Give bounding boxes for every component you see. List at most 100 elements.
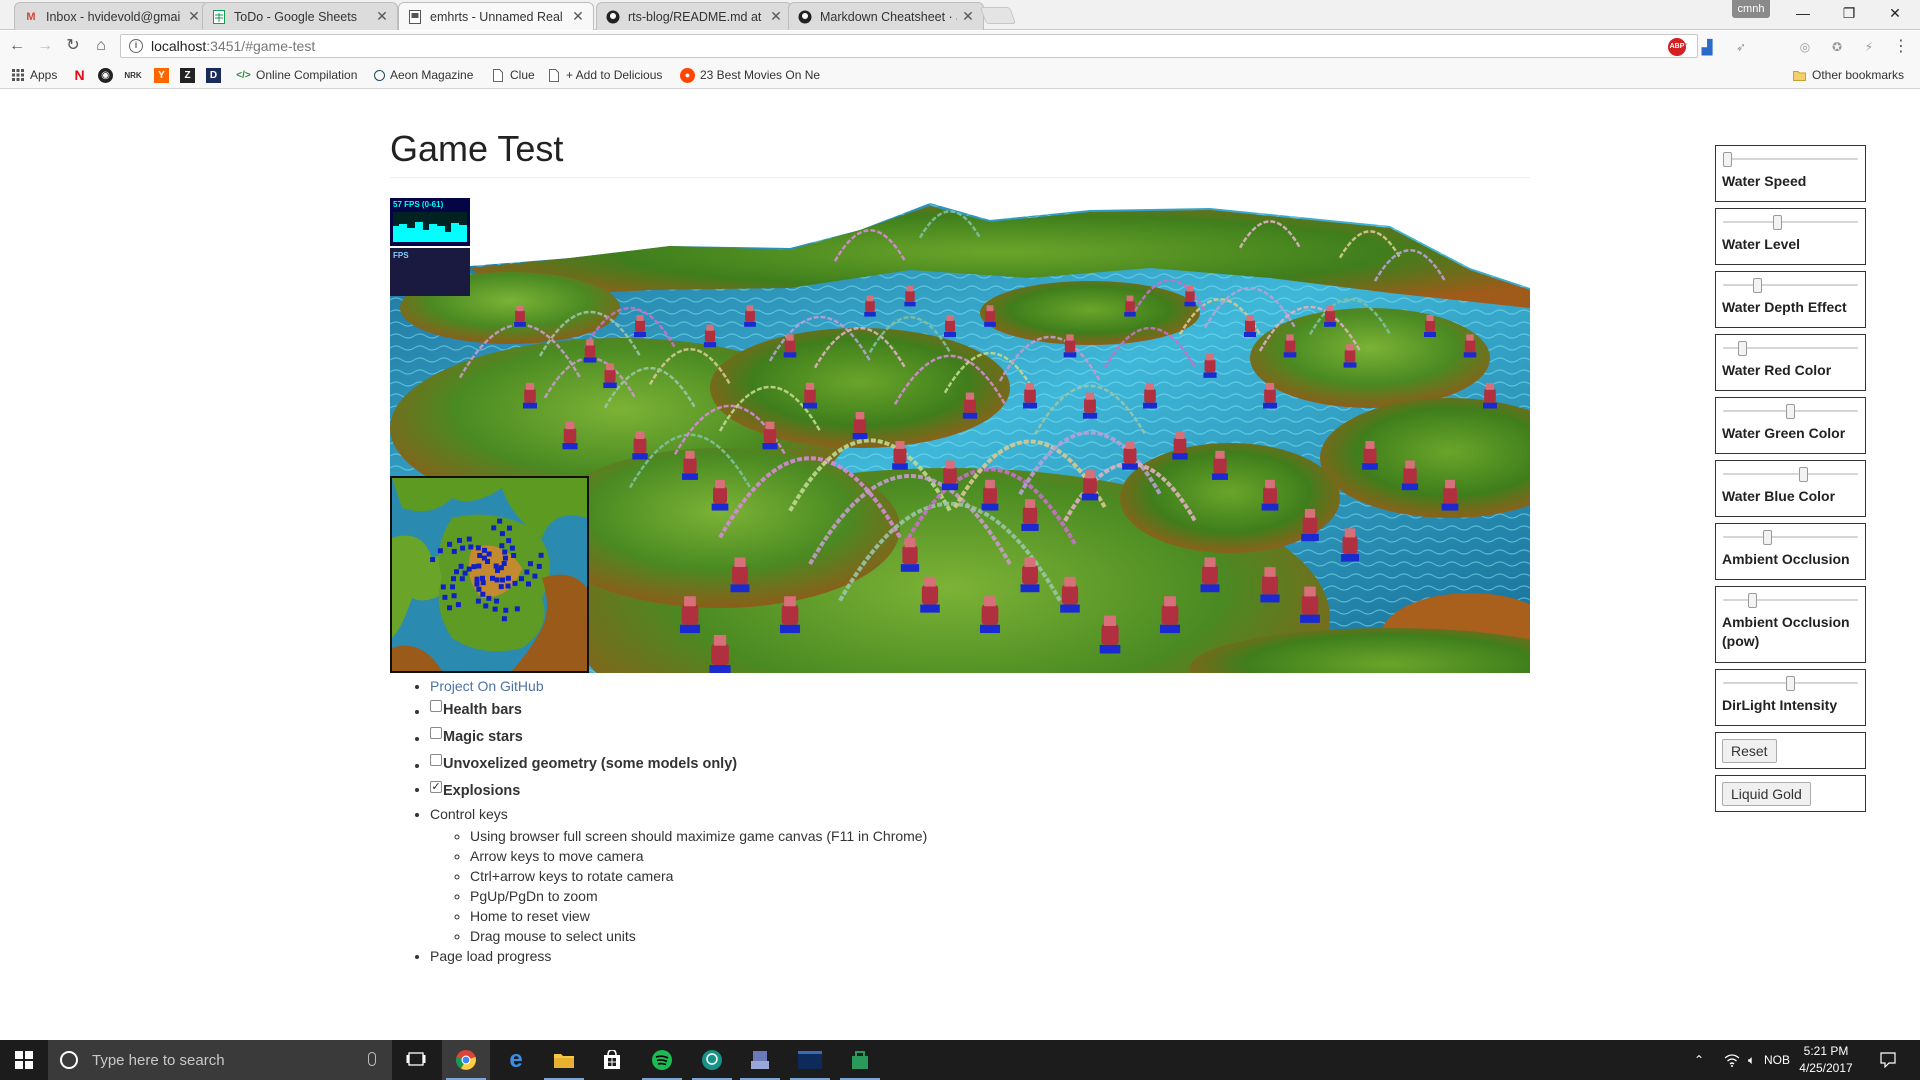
bookmark-reddit-movies[interactable]: ● 23 Best Movies On Ne [680,66,820,84]
reload-icon[interactable]: ↻ [62,35,84,57]
water-blue-color-slider[interactable] [1798,467,1808,482]
bookmark-hackernews[interactable]: Y [154,66,174,84]
close-icon[interactable]: ✕ [187,8,201,25]
minimap-unit-marker [486,595,492,601]
adblock-icon[interactable]: ABP [1668,38,1686,56]
address-bar[interactable]: i localhost:3451/#game-test ☆ [120,34,1698,58]
extension-icon[interactable]: ▟ [1698,38,1716,56]
minimap[interactable] [390,476,589,673]
tab-emhrts[interactable]: emhrts - Unnamed Real ✕ [398,2,594,30]
ms-stats-panel[interactable]: FPS [390,248,470,296]
bookmark-archive[interactable]: Z [180,66,200,84]
close-icon[interactable]: ✕ [571,8,585,25]
volume-icon[interactable]: 🔈︎ [1748,1040,1755,1080]
bookmark-dictionary[interactable]: D [206,66,226,84]
minimap-unit-marker [502,549,508,555]
maximize-button[interactable]: ❐ [1826,0,1872,28]
close-icon[interactable]: ✕ [375,8,389,25]
water-green-color-slider[interactable] [1786,404,1795,419]
minimap-unit-marker [474,581,480,587]
ambient-occlusion-pow-slider[interactable] [1748,593,1758,608]
list-item: Page load progress [430,946,927,966]
bookmark-aeon[interactable]: Aeon Magazine [374,66,473,84]
gmail-icon: M [26,10,36,23]
health-bars-checkbox[interactable] [430,699,442,712]
list-item: Unvoxelized geometry (some models only) [430,750,927,777]
edge-icon[interactable]: e [492,1040,540,1080]
file-explorer-icon[interactable] [540,1040,588,1080]
new-tab-button[interactable] [979,7,1017,24]
water-depth-effect-slider[interactable] [1753,278,1763,293]
language-indicator[interactable]: NOB [1764,1040,1790,1080]
bookmark-label: + Add to Delicious [566,68,663,82]
store-icon[interactable] [588,1040,636,1080]
back-arrow-icon[interactable]: ← [6,35,28,57]
slider-track[interactable] [1723,158,1858,160]
windows-start-icon[interactable] [0,1040,48,1080]
microphone-icon[interactable] [368,1052,376,1066]
terminal-icon[interactable] [786,1040,834,1080]
page-icon [407,9,423,25]
load-progress-text: Page load progress [430,948,552,964]
extension-icon[interactable]: ➶ [1732,38,1750,56]
dirlight-intensity-slider[interactable] [1786,676,1795,691]
bookmark-delicious[interactable]: + Add to Delicious [546,66,662,84]
slider-label: Water Blue Color [1722,488,1836,504]
unvoxelized-checkbox[interactable] [430,753,442,766]
network-tool-icon[interactable] [736,1040,784,1080]
explosions-checkbox[interactable]: ✓ [430,780,442,793]
slider-track[interactable] [1723,473,1858,475]
minimap-unit-marker [505,575,511,581]
info-icon[interactable]: i [129,39,143,53]
magic-stars-checkbox[interactable] [430,726,442,739]
bag-app-icon[interactable] [836,1040,884,1080]
liquid-gold-button[interactable]: Liquid Gold [1722,782,1811,806]
tab-github-readme[interactable]: rts-blog/README.md at ✕ [596,2,792,30]
ambient-occlusion-slider[interactable] [1763,530,1773,545]
extension-icon[interactable]: ✪ [1828,38,1846,56]
chrome-icon[interactable] [442,1040,490,1080]
close-icon[interactable]: ✕ [961,8,975,25]
task-view-icon[interactable] [392,1040,440,1080]
profile-badge[interactable]: cmnh [1732,0,1770,18]
minimap-unit-marker [502,555,508,561]
fps-stats-panel[interactable]: 57 FPS (0-61) [390,198,470,246]
tray-chevron-icon[interactable]: ⌃ [1694,1040,1704,1080]
water-red-color-slider[interactable] [1738,341,1748,356]
clock[interactable]: 5:21 PM 4/25/2017 [1790,1043,1862,1077]
tab-gmail[interactable]: M Inbox - hvidevold@gmai ✕ [14,2,210,30]
slider-track[interactable] [1723,599,1858,601]
bookmark-netflix[interactable]: N [72,66,92,84]
extension-icon[interactable]: ◎ [1796,38,1814,56]
home-icon[interactable]: ⌂ [90,35,112,57]
minimize-button[interactable]: — [1780,0,1826,28]
slider-track[interactable] [1723,221,1858,223]
bookmark-apps[interactable]: Apps [10,66,57,84]
minimap-unit-marker [506,538,512,544]
bookmark-clue[interactable]: Clue [490,66,535,84]
water-speed-slider[interactable] [1723,152,1732,167]
bookmark-other[interactable]: Other bookmarks [1792,66,1904,84]
gitkraken-icon[interactable] [688,1040,736,1080]
reset-button[interactable]: Reset [1722,739,1777,763]
forward-arrow-icon[interactable]: → [34,35,56,57]
tab-markdown-cheatsheet[interactable]: Markdown Cheatsheet · a ✕ [788,2,984,30]
close-window-button[interactable]: ✕ [1872,0,1918,28]
extension-icon[interactable]: ⚡ [1860,38,1878,56]
menu-kebab-icon[interactable]: ⋮ [1892,38,1910,56]
github-link[interactable]: Project On GitHub [430,678,544,694]
minimap-unit-marker [482,547,488,553]
tab-sheets[interactable]: ToDo - Google Sheets ✕ [202,2,398,30]
bookmark-steam[interactable]: ◉ [98,66,118,84]
wifi-icon[interactable] [1724,1040,1740,1080]
bookmark-nrk[interactable]: NRK [124,66,147,84]
spotify-icon[interactable] [638,1040,686,1080]
water-level-slider[interactable] [1773,215,1783,230]
minimap-unit-marker [455,602,461,608]
slider-track[interactable] [1723,536,1858,538]
notifications-icon[interactable] [1880,1040,1896,1080]
close-icon[interactable]: ✕ [769,8,783,25]
slider-track[interactable] [1723,284,1858,286]
taskbar-search[interactable]: Type here to search [48,1040,392,1080]
bookmark-online-compilation[interactable]: </> Online Compilation [236,66,357,84]
